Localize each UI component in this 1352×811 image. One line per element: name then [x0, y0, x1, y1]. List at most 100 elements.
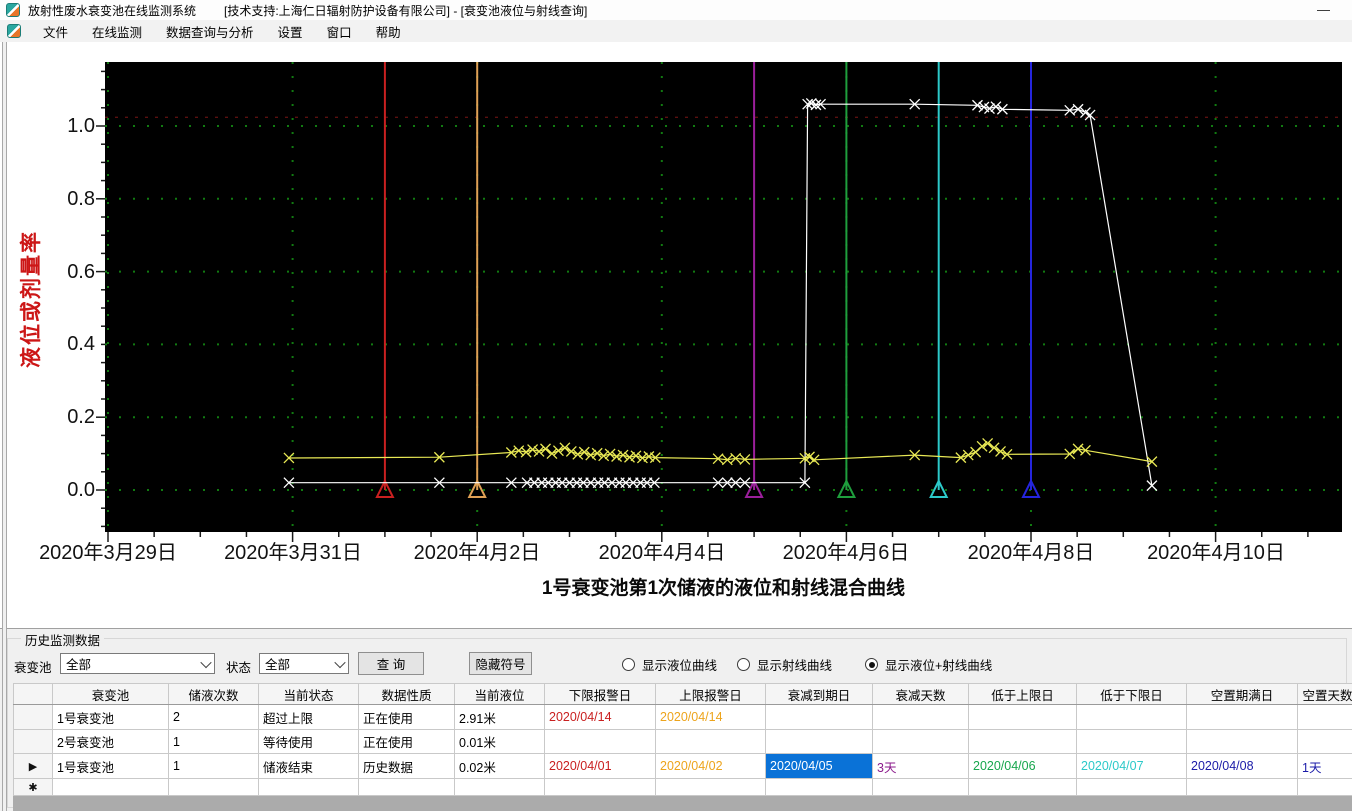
chevron-down-icon: [198, 654, 214, 673]
radio-show-radiation-curve[interactable]: 显示射线曲线: [737, 655, 832, 674]
table-cell[interactable]: 2020/04/08: [1186, 753, 1298, 779]
history-table-container: 衰变池 储液次数 当前状态 数据性质 当前液位 下限报警日 上限报警日 衰减到期日 衰减天数 低于…: [13, 683, 1352, 811]
table-cell[interactable]: [544, 778, 656, 796]
selected-cell[interactable]: 2020/04/05: [765, 753, 873, 779]
column-header[interactable]: 衰减到期日: [765, 683, 873, 705]
table-cell[interactable]: [765, 704, 873, 730]
table-cell[interactable]: 1: [168, 729, 259, 754]
pool-filter-select[interactable]: 全部: [60, 653, 215, 674]
table-cell[interactable]: [258, 778, 359, 796]
plot-area: [105, 62, 1342, 532]
table-cell[interactable]: [872, 778, 969, 796]
table-cell[interactable]: [1297, 729, 1352, 754]
table-cell[interactable]: [168, 778, 259, 796]
column-header[interactable]: 下限报警日: [544, 683, 656, 705]
menu-settings[interactable]: 设置: [266, 19, 315, 44]
table-cell[interactable]: 1: [168, 753, 259, 779]
app-title: 放射性废水衰变池在线监测系统: [28, 3, 197, 18]
table-cell[interactable]: 2: [168, 704, 259, 730]
table-cell[interactable]: 2020/04/07: [1076, 753, 1187, 779]
table-cell[interactable]: 1号衰变池: [52, 753, 169, 779]
column-header[interactable]: 储液次数: [168, 683, 259, 705]
table-cell[interactable]: [655, 778, 766, 796]
column-header[interactable]: 低于下限日: [1076, 683, 1187, 705]
table-cell[interactable]: [1186, 704, 1298, 730]
table-cell[interactable]: 历史数据: [358, 753, 455, 779]
row-selector-header[interactable]: [13, 683, 53, 705]
column-header[interactable]: 空置天数: [1297, 683, 1352, 705]
table-cell[interactable]: 0.01米: [454, 729, 545, 754]
column-header[interactable]: 数据性质: [358, 683, 455, 705]
radio-show-level-plus-radiation-curve[interactable]: 显示液位+射线曲线: [865, 655, 992, 674]
menu-help[interactable]: 帮助: [364, 19, 413, 44]
table-cell[interactable]: 2020/04/14: [655, 704, 766, 730]
column-header[interactable]: 当前状态: [258, 683, 359, 705]
x-tick-label: 2020年4月8日: [967, 542, 1095, 564]
table-cell[interactable]: [1076, 778, 1187, 796]
radio-circle-icon: [737, 658, 750, 671]
table-cell[interactable]: 储液结束: [258, 753, 359, 779]
table-cell[interactable]: [1297, 778, 1352, 796]
column-header[interactable]: 衰减天数: [872, 683, 969, 705]
y-tick-label: 0.4: [67, 333, 95, 355]
column-header[interactable]: 低于上限日: [968, 683, 1077, 705]
table-cell[interactable]: 1天: [1297, 753, 1352, 779]
x-tick-label: 2020年3月29日: [39, 542, 177, 564]
current-row-indicator[interactable]: ▶: [13, 753, 53, 779]
table-cell[interactable]: 2020/04/06: [968, 753, 1077, 779]
hide-symbols-button[interactable]: 隐藏符号: [469, 652, 532, 675]
row-selector[interactable]: [13, 704, 53, 730]
radio-label: 显示射线曲线: [757, 659, 833, 673]
table-cell[interactable]: 2.91米: [454, 704, 545, 730]
table-cell[interactable]: [968, 778, 1077, 796]
table-cell[interactable]: 1号衰变池: [52, 704, 169, 730]
table-cell[interactable]: [454, 778, 545, 796]
menu-file[interactable]: 文件: [31, 19, 80, 44]
table-cell[interactable]: [1186, 778, 1298, 796]
table-cell[interactable]: [1076, 704, 1187, 730]
column-header[interactable]: 衰变池: [52, 683, 169, 705]
radio-circle-icon: [622, 658, 635, 671]
x-tick-label: 2020年4月6日: [782, 542, 910, 564]
table-cell[interactable]: 2020/04/01: [544, 753, 656, 779]
table-cell[interactable]: [968, 729, 1077, 754]
table-cell[interactable]: 正在使用: [358, 704, 455, 730]
table-cell[interactable]: 正在使用: [358, 729, 455, 754]
table-cell[interactable]: [968, 704, 1077, 730]
table-cell[interactable]: 3天: [872, 753, 969, 779]
table-cell[interactable]: 2020/04/14: [544, 704, 656, 730]
table-cell[interactable]: [1076, 729, 1187, 754]
menu-window[interactable]: 窗口: [315, 19, 364, 44]
radio-show-level-curve[interactable]: 显示液位曲线: [622, 655, 717, 674]
row-selector[interactable]: [13, 729, 53, 754]
status-filter-label: 状态: [226, 661, 252, 675]
chart-panel: 液位或剂量率 0.0 0.2 0.4 0.6 0.8 1.0 2020年3月29…: [0, 42, 1352, 628]
table-cell[interactable]: [52, 778, 169, 796]
menu-data-query-analysis[interactable]: 数据查询与分析: [154, 19, 266, 44]
radio-circle-icon: [865, 658, 878, 671]
status-filter-select[interactable]: 全部: [259, 653, 349, 674]
table-cell[interactable]: [655, 729, 766, 754]
table-cell[interactable]: [358, 778, 455, 796]
table-cell[interactable]: [765, 729, 873, 754]
column-header[interactable]: 当前液位: [454, 683, 545, 705]
minimize-button[interactable]: —: [1317, 3, 1330, 16]
table-cell[interactable]: [544, 729, 656, 754]
chart-title: 1号衰变池第1次储液的液位和射线混合曲线: [541, 578, 906, 599]
column-header[interactable]: 上限报警日: [655, 683, 766, 705]
table-cell[interactable]: 等待使用: [258, 729, 359, 754]
x-tick-label: 2020年4月2日: [413, 542, 541, 564]
table-cell[interactable]: 超过上限: [258, 704, 359, 730]
table-cell[interactable]: [765, 778, 873, 796]
table-cell[interactable]: [872, 729, 969, 754]
new-row-indicator[interactable]: ✱: [13, 778, 53, 796]
table-cell[interactable]: 2号衰变池: [52, 729, 169, 754]
table-cell[interactable]: 2020/04/02: [655, 753, 766, 779]
table-cell[interactable]: [1297, 704, 1352, 730]
query-button[interactable]: 查 询: [358, 652, 424, 675]
table-cell[interactable]: 0.02米: [454, 753, 545, 779]
table-cell[interactable]: [872, 704, 969, 730]
menu-online-monitoring[interactable]: 在线监测: [80, 19, 154, 44]
table-cell[interactable]: [1186, 729, 1298, 754]
column-header[interactable]: 空置期满日: [1186, 683, 1298, 705]
